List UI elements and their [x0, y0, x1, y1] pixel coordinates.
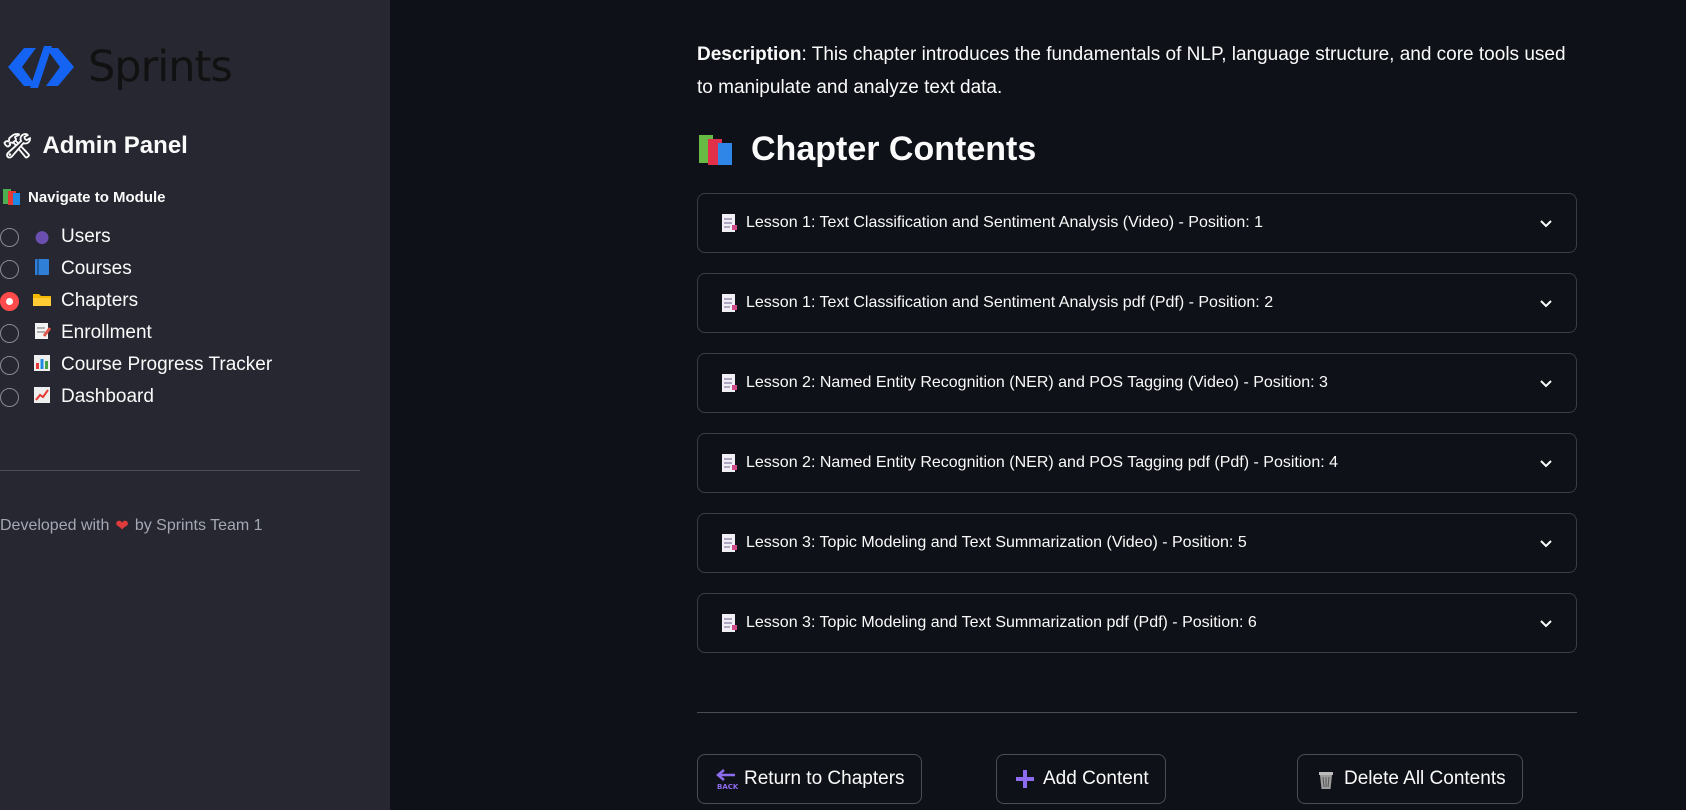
nav-item-label: Dashboard — [61, 386, 154, 407]
content-expander-3[interactable]: Lesson 2: Named Entity Recognition (NER)… — [697, 353, 1577, 413]
nav-item-courses[interactable]: Courses — [0, 253, 272, 285]
book-icon — [31, 258, 53, 281]
line-chart-icon — [31, 386, 53, 409]
delete-all-contents-button[interactable]: Delete All Contents — [1297, 754, 1523, 804]
main-divider — [697, 712, 1577, 713]
memo-icon — [31, 322, 53, 345]
nav-item-dashboard[interactable]: Dashboard — [0, 381, 272, 413]
nav-item-label: Courses — [61, 258, 132, 279]
chevron-down-icon[interactable] — [1538, 295, 1554, 311]
description-label: Description — [697, 44, 802, 65]
add-content-button[interactable]: Add Content — [996, 754, 1166, 804]
chevron-down-icon[interactable] — [1538, 375, 1554, 391]
document-icon — [722, 374, 737, 392]
document-icon — [722, 454, 737, 472]
back-arrow-icon: BACK — [716, 769, 738, 791]
contents-list: Lesson 1: Text Classification and Sentim… — [697, 193, 1577, 673]
module-radio-group: ● Users Courses Chapters Enrollment Cour… — [0, 221, 272, 413]
content-label: Lesson 1: Text Classification and Sentim… — [746, 294, 1274, 311]
tools-icon: 🛠 — [2, 132, 33, 160]
footer-suffix: by Sprints Team 1 — [134, 517, 263, 534]
content-label: Lesson 3: Topic Modeling and Text Summar… — [746, 614, 1257, 631]
content-expander-2[interactable]: Lesson 1: Text Classification and Sentim… — [697, 273, 1577, 333]
wastebasket-icon — [1319, 772, 1333, 789]
sprints-logo-icon — [8, 46, 74, 88]
nav-heading-label: Navigate to Module — [28, 188, 166, 206]
chevron-down-icon[interactable] — [1538, 455, 1554, 471]
brand-name: Sprints — [88, 42, 233, 92]
nav-item-enrollment[interactable]: Enrollment — [0, 317, 272, 349]
chevron-down-icon[interactable] — [1538, 535, 1554, 551]
content-label: Lesson 2: Named Entity Recognition (NER)… — [746, 374, 1328, 391]
radio-enrollment[interactable] — [0, 323, 19, 343]
radio-chapters[interactable] — [0, 291, 19, 311]
footer-prefix: Developed with — [0, 517, 110, 534]
sprints-logo: Sprints — [2, 42, 233, 92]
admin-panel-label: Admin Panel — [42, 132, 188, 159]
nav-item-label: Enrollment — [61, 322, 152, 343]
delete-button-label: Delete All Contents — [1344, 768, 1506, 789]
section-title-label: Chapter Contents — [751, 130, 1037, 168]
nav-item-users[interactable]: ● Users — [0, 221, 272, 253]
document-icon — [722, 614, 737, 632]
bar-chart-icon — [31, 354, 53, 377]
plus-icon — [1016, 770, 1034, 788]
content-label: Lesson 3: Topic Modeling and Text Summar… — [746, 534, 1247, 551]
return-button-label: Return to Chapters — [744, 768, 905, 789]
chapter-contents-heading: Chapter Contents — [697, 130, 1036, 169]
heart-icon: ❤ — [115, 518, 129, 535]
radio-dashboard[interactable] — [0, 387, 19, 407]
content-expander-5[interactable]: Lesson 3: Topic Modeling and Text Summar… — [697, 513, 1577, 573]
folder-icon — [31, 290, 53, 313]
content-expander-1[interactable]: Lesson 1: Text Classification and Sentim… — [697, 193, 1577, 253]
radio-courses[interactable] — [0, 259, 19, 279]
add-button-label: Add Content — [1043, 768, 1149, 789]
content-label: Lesson 1: Text Classification and Sentim… — [746, 214, 1264, 231]
content-expander-4[interactable]: Lesson 2: Named Entity Recognition (NER)… — [697, 433, 1577, 493]
chevron-down-icon[interactable] — [1538, 615, 1554, 631]
return-to-chapters-button[interactable]: BACK Return to Chapters — [697, 754, 922, 804]
nav-heading: Navigate to Module — [2, 188, 166, 206]
nav-item-label: Course Progress Tracker — [61, 354, 273, 375]
chapter-description: Description: This chapter introduces the… — [697, 38, 1577, 104]
document-icon — [722, 214, 737, 232]
user-icon: ● — [34, 227, 50, 247]
nav-item-label: Users — [61, 226, 111, 247]
svg-text:BACK: BACK — [717, 783, 738, 791]
radio-users[interactable] — [0, 227, 19, 247]
content-expander-6[interactable]: Lesson 3: Topic Modeling and Text Summar… — [697, 593, 1577, 653]
nav-item-course-progress-tracker[interactable]: Course Progress Tracker — [0, 349, 272, 381]
sidebar-divider — [0, 470, 360, 471]
sidebar-footer: Developed with ❤ by Sprints Team 1 — [0, 516, 263, 536]
nav-item-label: Chapters — [61, 290, 139, 311]
radio-course-progress-tracker[interactable] — [0, 355, 19, 375]
nav-item-chapters[interactable]: Chapters — [0, 285, 272, 317]
content-label: Lesson 2: Named Entity Recognition (NER)… — [746, 454, 1339, 471]
chevron-down-icon[interactable] — [1538, 215, 1554, 231]
description-text: : This chapter introduces the fundamenta… — [697, 44, 1566, 98]
document-icon — [722, 534, 737, 552]
admin-panel-title: 🛠 Admin Panel — [2, 132, 188, 160]
sidebar: Sprints 🛠 Admin Panel Navigate to Module… — [0, 0, 390, 810]
books-icon — [3, 189, 20, 205]
document-icon — [722, 294, 737, 312]
books-icon — [699, 134, 732, 165]
